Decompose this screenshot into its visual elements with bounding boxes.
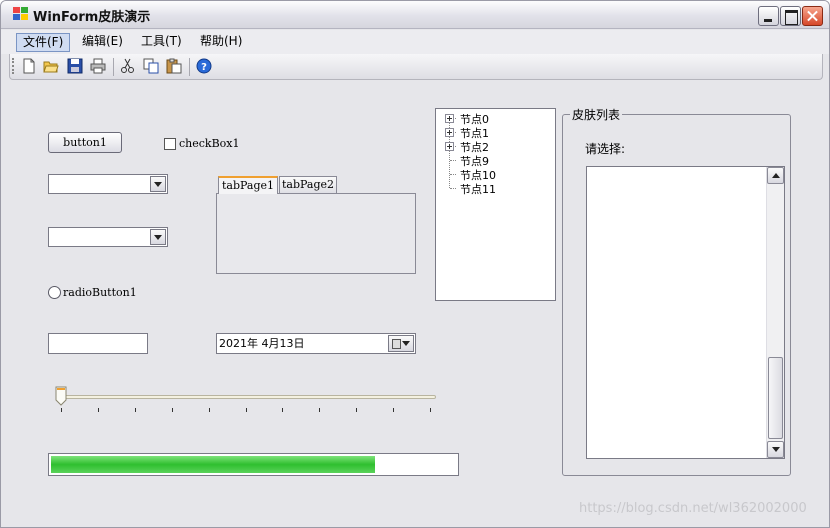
toolbar-grip[interactable] (12, 58, 15, 74)
scroll-down-icon[interactable] (767, 441, 784, 458)
new-file-icon[interactable] (21, 58, 37, 74)
menu-edit[interactable]: 编辑(E) (76, 33, 129, 52)
scroll-thumb[interactable] (768, 357, 783, 439)
chevron-down-icon[interactable] (150, 229, 166, 245)
tree-node[interactable]: 节点11 (460, 181, 496, 197)
tab-page-1[interactable]: tabPage1 (218, 176, 278, 194)
text-box[interactable] (48, 333, 148, 354)
tree-view[interactable]: 节点0 节点1 节点2 节点9 节点10 节点11 (435, 108, 556, 301)
open-folder-icon[interactable] (43, 58, 59, 74)
button1[interactable]: button1 (48, 132, 122, 153)
minimize-button[interactable] (758, 6, 779, 26)
watermark: https://blog.csdn.net/wl362002000 (579, 501, 807, 516)
chevron-down-icon[interactable] (150, 176, 166, 192)
expand-icon[interactable] (445, 128, 454, 137)
menu-help[interactable]: 帮助(H) (194, 33, 248, 52)
radio-button-1-label[interactable]: radioButton1 (63, 286, 137, 299)
close-button[interactable] (802, 6, 823, 26)
slider-thumb[interactable] (55, 386, 67, 406)
slider-tick (61, 408, 62, 412)
skin-groupbox-title: 皮肤列表 (570, 106, 623, 123)
tree-line (450, 160, 456, 161)
slider-tick (208, 408, 210, 412)
slider-track[interactable] (60, 395, 436, 399)
title-bar[interactable]: WinForm皮肤演示 (1, 1, 829, 29)
tab-page-2[interactable]: tabPage2 (279, 176, 337, 194)
print-icon[interactable] (90, 58, 106, 74)
tree-line (450, 174, 456, 175)
tree-line (450, 188, 456, 189)
expand-icon[interactable] (445, 142, 454, 151)
radio-button-1[interactable] (48, 286, 61, 299)
date-picker[interactable]: 2021年 4月13日 (216, 333, 416, 354)
svg-text:?: ? (201, 62, 207, 73)
checkbox1-label[interactable]: checkBox1 (179, 137, 240, 150)
maximize-button[interactable] (780, 6, 801, 26)
slider-tick (319, 408, 321, 412)
toolbar: ? (9, 54, 823, 80)
progress-bar (48, 453, 459, 476)
cut-icon[interactable] (120, 58, 136, 74)
paste-icon[interactable] (166, 58, 182, 74)
slider-tick (356, 408, 358, 412)
checkbox1[interactable] (164, 138, 176, 150)
tab-panel (216, 193, 416, 274)
main-window: WinForm皮肤演示 文件(F) 编辑(E) 工具(T) 帮助(H) ? bu… (0, 0, 830, 528)
menu-file[interactable]: 文件(F) (16, 33, 71, 52)
help-icon[interactable]: ? (196, 58, 212, 74)
save-icon[interactable] (67, 58, 83, 74)
slider-tick (245, 408, 247, 412)
toolbar-separator (189, 58, 190, 76)
skin-list-box[interactable] (586, 166, 785, 459)
date-picker-value: 2021年 4月13日 (219, 337, 305, 350)
combo-box-2[interactable] (48, 227, 168, 247)
scroll-up-icon[interactable] (767, 167, 784, 184)
slider-tick (171, 408, 173, 412)
slider-tick (97, 408, 99, 412)
app-icon (13, 7, 29, 21)
calendar-dropdown-icon[interactable] (388, 335, 414, 352)
slider-tick (393, 408, 395, 412)
skin-prompt: 请选择: (585, 142, 626, 156)
slider-tick (134, 408, 136, 412)
expand-icon[interactable] (445, 114, 454, 123)
menu-bar: 文件(F) 编辑(E) 工具(T) 帮助(H) (1, 30, 829, 54)
vertical-scrollbar[interactable] (766, 167, 784, 458)
progress-fill (51, 456, 375, 473)
slider-tick (430, 408, 431, 412)
toolbar-separator (113, 58, 114, 76)
slider-tick (282, 408, 284, 412)
window-title: WinForm皮肤演示 (33, 10, 151, 25)
menu-tools[interactable]: 工具(T) (135, 33, 188, 52)
copy-icon[interactable] (143, 58, 159, 74)
combo-box-1[interactable] (48, 174, 168, 194)
